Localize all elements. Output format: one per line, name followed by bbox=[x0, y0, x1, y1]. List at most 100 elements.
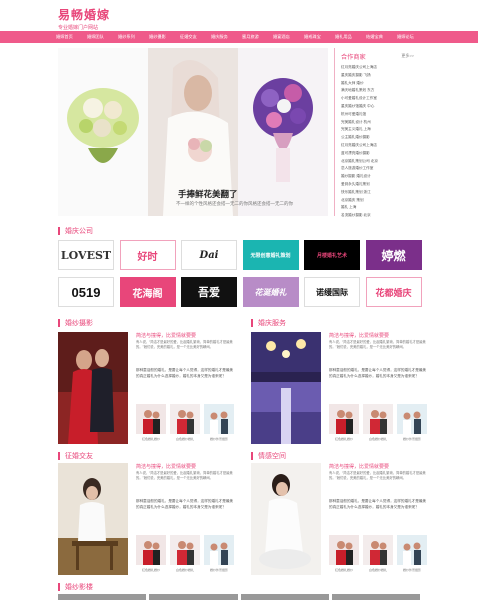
nav-item[interactable]: 婚纱摄影 bbox=[149, 31, 180, 43]
brand-logo[interactable]: Dai bbox=[181, 240, 237, 270]
brand-logo[interactable]: 花海阁 bbox=[119, 277, 176, 307]
partner-item[interactable]: 完美婚礼设计 杭州 bbox=[341, 119, 378, 127]
logo-title: 易畅婚嫁 bbox=[58, 8, 111, 22]
bouquet-image-2 bbox=[238, 48, 328, 216]
nav-item[interactable]: 婚纱系列 bbox=[118, 31, 149, 43]
brand-logo[interactable]: LOVEST bbox=[58, 240, 114, 270]
bride-portrait-photo[interactable] bbox=[251, 463, 321, 575]
feature-card-dating: 简洁与撞得，比爱情就要要 有人说，“简洁才是最好的爱，比起婚礼繁琐，简单的婚礼才… bbox=[58, 463, 238, 581]
thumbnail[interactable]: 婚纱外景摄影 bbox=[204, 535, 234, 572]
logo-subtitle: 专业婚嫁门户网站 bbox=[58, 25, 99, 31]
film-thumb[interactable] bbox=[149, 594, 238, 600]
thumbnail-row: 红色婚礼婚纱 白色婚纱婚礼 婚纱外景摄影 bbox=[136, 404, 234, 441]
nav-item[interactable]: 婚嫁论坛 bbox=[397, 31, 428, 43]
thumbnail[interactable]: 红色婚礼婚纱 bbox=[329, 535, 359, 572]
nav-item[interactable]: 婚嫁团队 bbox=[87, 31, 118, 43]
thumbnail-row: 红色婚礼婚纱 白色婚纱婚礼 婚纱外景摄影 bbox=[136, 535, 234, 572]
thumbnail[interactable]: 白色婚纱婚礼 bbox=[170, 404, 200, 441]
card-title[interactable]: 简洁与撞得，比爱情就要要 bbox=[136, 463, 196, 470]
thumbnail[interactable]: 白色婚纱婚礼 bbox=[363, 404, 393, 441]
nav-item[interactable]: 结婚宝典 bbox=[366, 31, 397, 43]
partner-item[interactable]: 重庆婚纱馆婚庆 中心 bbox=[341, 103, 378, 111]
partner-item[interactable]: 红月亮婚庆公司上海店 bbox=[341, 142, 378, 150]
nav-item[interactable]: 征婚交友 bbox=[180, 31, 211, 43]
partner-item[interactable]: 快乐婚礼策划 浙江 bbox=[341, 189, 378, 197]
partner-item[interactable]: 杭州可爱婚礼馆 bbox=[341, 111, 378, 119]
partner-item[interactable]: 爱到永久婚礼策划 bbox=[341, 181, 378, 189]
thumbnail[interactable]: 红色婚礼婚纱 bbox=[136, 535, 166, 572]
bouquet-image-1 bbox=[58, 48, 148, 216]
section-label: 婚庆服务 bbox=[258, 320, 286, 327]
partner-item[interactable]: 恋人旅游婚纱工作室 bbox=[341, 165, 378, 173]
section-title-service: 婚庆服务 bbox=[251, 318, 286, 328]
thumbnail[interactable]: 婚纱外景摄影 bbox=[204, 404, 234, 441]
thumbnail[interactable]: 婚纱外景摄影 bbox=[397, 535, 427, 572]
section-marker bbox=[58, 452, 60, 460]
brand-logo[interactable]: 诺缦国际 bbox=[304, 277, 360, 307]
brand-logo[interactable]: 好时 bbox=[119, 240, 176, 270]
section-label: 情感空间 bbox=[258, 453, 286, 460]
partner-item[interactable]: 婚纱摄影 婚礼设计 bbox=[341, 173, 378, 181]
partner-item[interactable]: 婚礼大师 婚纱 bbox=[341, 80, 378, 88]
partner-item[interactable]: 北京婚礼策划公司 北京 bbox=[341, 158, 378, 166]
partner-item[interactable]: 红月亮婚庆公司上海店 bbox=[341, 64, 378, 72]
header: 易畅婚嫁 专业婚嫁门户网站 bbox=[0, 0, 478, 31]
partner-item[interactable]: 蓝可漂亮婚纱摄影 bbox=[341, 150, 378, 158]
hero-banner[interactable]: 手捧鲜花美翻了 不一样的个性风格还会搭一无二的你风格还会搭一无二的你 bbox=[58, 48, 328, 216]
nav-item[interactable]: 婚嫁首页 bbox=[56, 31, 87, 43]
nav-item[interactable]: 蜜月旅游 bbox=[242, 31, 273, 43]
hero-title: 手捧鲜花美翻了 bbox=[178, 189, 238, 199]
woman-photo[interactable] bbox=[58, 463, 128, 575]
card-title[interactable]: 简洁与撞得，比爱情就要要 bbox=[329, 332, 389, 339]
card-body: 那种童话般的婚礼，是要让每个人觉得，这样的婚礼才是最美的真正婚礼为什么选择婚纱，… bbox=[136, 368, 234, 378]
partner-item[interactable]: 重庆婚庆摄影 飞扬 bbox=[341, 72, 378, 80]
partner-item[interactable]: 名流婚纱摄影 北京 bbox=[341, 212, 378, 220]
thumbnail[interactable]: 白色婚纱婚礼 bbox=[170, 535, 200, 572]
partner-list: 合作商家 更多>> 红月亮婚庆公司上海店 重庆婚庆摄影 飞扬 婚礼大师 婚纱 满… bbox=[334, 48, 418, 217]
partner-title: 合作商家 bbox=[341, 54, 366, 61]
card-body: 那种童话般的婚礼，是要让每个人觉得，这样的婚礼才是最美的真正婚礼为什么选择婚纱，… bbox=[329, 499, 427, 509]
partner-item[interactable]: 公主婚礼婚纱摄影 bbox=[341, 134, 378, 142]
section-marker bbox=[58, 583, 60, 591]
more-link[interactable]: 更多>> bbox=[401, 53, 414, 59]
film-thumb[interactable] bbox=[58, 594, 147, 600]
film-thumb[interactable] bbox=[240, 594, 329, 600]
main-nav: 婚嫁首页 婚嫁团队 婚纱系列 婚纱摄影 征婚交友 婚庆服务 蜜月旅游 婚宴酒店 … bbox=[0, 31, 478, 43]
thumbnail-row: 红色婚礼婚纱 白色婚纱婚礼 婚纱外景摄影 bbox=[329, 535, 427, 572]
section-label: 婚纱影楼 bbox=[65, 584, 93, 591]
brand-logo-grid: LOVEST 好时 Dai 无限创意婚礼策划 月楼婚礼艺术 婷燃 0519 花海… bbox=[58, 240, 422, 307]
nav-item[interactable]: 婚庆服务 bbox=[211, 31, 242, 43]
section-title-space: 情感空间 bbox=[251, 451, 286, 461]
card-title[interactable]: 简洁与撞得，比爱情就要要 bbox=[329, 463, 389, 470]
partner-item[interactable]: 满天地婚礼策划 东方 bbox=[341, 87, 378, 95]
brand-logo[interactable]: 花都婚庆 bbox=[365, 277, 422, 307]
thumbnail[interactable]: 红色婚礼婚纱 bbox=[329, 404, 359, 441]
card-title[interactable]: 简洁与撞得，比爱情就要要 bbox=[136, 332, 196, 339]
thumbnail[interactable]: 婚纱外景摄影 bbox=[397, 404, 427, 441]
site-logo[interactable]: 易畅婚嫁 专业婚嫁门户网站 bbox=[58, 6, 110, 31]
section-title-companies: 婚庆公司 bbox=[58, 226, 93, 236]
section-title-dating: 征婚交友 bbox=[58, 451, 93, 461]
film-thumb[interactable] bbox=[331, 594, 420, 600]
partner-item[interactable]: 婚礼 上海 bbox=[341, 204, 378, 212]
brand-logo[interactable]: 0519 bbox=[58, 277, 114, 307]
brand-logo[interactable]: 花涎婚礼 bbox=[242, 277, 299, 307]
partner-item[interactable]: 完美主义婚礼 上海 bbox=[341, 126, 378, 134]
feature-card-service: 简洁与撞得，比爱情就要要 有人说，“简洁才是最好的爱，比起婚礼繁琐，简单的婚礼才… bbox=[251, 332, 431, 450]
thumbnail[interactable]: 白色婚纱婚礼 bbox=[363, 535, 393, 572]
brand-logo[interactable]: 婷燃 bbox=[365, 240, 422, 270]
nav-item[interactable]: 婚礼用品 bbox=[335, 31, 366, 43]
card-intro: 有人说，“简洁才是最好的爱，比起婚礼繁琐，简单的婚礼才是最美的。”她们说，完美的… bbox=[329, 340, 426, 349]
couple-photo[interactable] bbox=[58, 332, 128, 444]
venue-photo[interactable] bbox=[251, 332, 321, 444]
nav-item[interactable]: 婚宴酒店 bbox=[273, 31, 304, 43]
hero-subtitle: 不一样的个性风格还会搭一无二的你风格还会搭一无二的你 bbox=[176, 201, 293, 206]
partner-item[interactable]: 小可爱婚礼设计工作室 bbox=[341, 95, 378, 103]
thumbnail[interactable]: 红色婚礼婚纱 bbox=[136, 404, 166, 441]
brand-logo[interactable]: 无限创意婚礼策划 bbox=[242, 240, 299, 270]
brand-logo[interactable]: 吾爱 bbox=[181, 277, 237, 307]
partner-item[interactable]: 北京婚庆 策划 bbox=[341, 197, 378, 205]
brand-logo[interactable]: 月楼婚礼艺术 bbox=[304, 240, 360, 270]
feature-card-space: 简洁与撞得，比爱情就要要 有人说，“简洁才是最好的爱，比起婚礼繁琐，简单的婚礼才… bbox=[251, 463, 431, 581]
nav-item[interactable]: 婚戒珠宝 bbox=[304, 31, 335, 43]
